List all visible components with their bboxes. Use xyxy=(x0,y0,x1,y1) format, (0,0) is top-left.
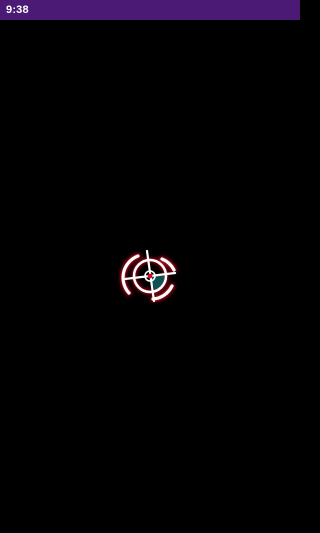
crosshair-loading-icon xyxy=(117,248,183,306)
status-bar: 9:38 xyxy=(0,0,300,20)
app-screen: 9:38 xyxy=(0,0,300,533)
status-time: 9:38 xyxy=(6,4,29,16)
